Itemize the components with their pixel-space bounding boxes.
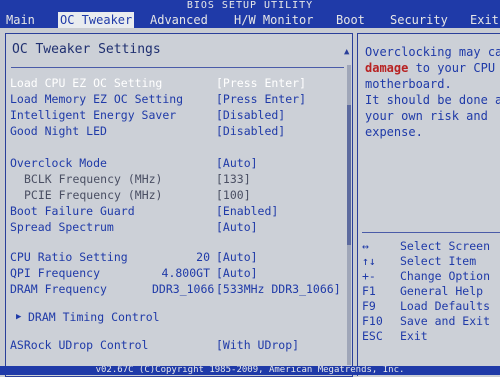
tab-exit[interactable]: Exit <box>468 12 500 28</box>
setting-row[interactable]: Load Memory EZ OC Setting [Press Enter] <box>10 92 344 106</box>
setting-current-value: 4.800GT <box>161 266 210 280</box>
scroll-track[interactable] <box>347 65 351 365</box>
setting-row[interactable]: Good Night LED [Disabled] <box>10 124 344 138</box>
submenu-arrow-icon: ▶ <box>16 312 22 322</box>
tab-hw-monitor[interactable]: H/W Monitor <box>232 12 315 28</box>
setting-label: Intelligent Energy Saver <box>10 108 177 122</box>
scrollbar[interactable]: ▲ <box>344 37 352 373</box>
help-panel: Overclocking may cau damage to your CPU … <box>357 33 500 376</box>
scroll-thumb[interactable] <box>347 105 351 245</box>
setting-row[interactable]: DRAM Frequency DDR3_1066 [533MHz DDR3_10… <box>10 282 344 296</box>
tab-boot[interactable]: Boot <box>334 12 367 28</box>
setting-label: DRAM Frequency <box>10 282 107 296</box>
setting-row[interactable]: PCIE Frequency (MHz) [100] <box>10 188 344 202</box>
setting-label: Overclock Mode <box>10 156 107 170</box>
tab-main[interactable]: Main <box>4 12 37 28</box>
setting-row[interactable]: Overclock Mode [Auto] <box>10 156 344 170</box>
key-label: ↑↓ <box>362 254 376 268</box>
menu-bar: Main OC Tweaker Advanced H/W Monitor Boo… <box>0 12 500 28</box>
setting-value[interactable]: [Press Enter] <box>216 92 306 106</box>
setting-label: Spread Spectrum <box>10 220 114 234</box>
submenu-row[interactable]: ▶ DRAM Timing Control <box>10 310 344 324</box>
setting-value[interactable]: [Disabled] <box>216 124 285 138</box>
help-text-rest: to your CPU an <box>415 61 500 75</box>
setting-current-value: DDR3_1066 <box>152 282 215 296</box>
tab-advanced[interactable]: Advanced <box>148 12 210 28</box>
setting-row[interactable]: Boot Failure Guard [Enabled] <box>10 204 344 218</box>
key-description: Change Option <box>400 269 491 283</box>
setting-value[interactable]: [Auto] <box>216 220 258 234</box>
setting-value[interactable]: [100] <box>216 188 251 202</box>
setting-label: PCIE Frequency (MHz) <box>24 188 163 202</box>
help-warning-text: damage <box>365 61 409 75</box>
setting-row[interactable]: ASRock UDrop Control [With UDrop] <box>10 338 344 352</box>
panel-divider <box>11 67 344 68</box>
key-label: F1 <box>362 284 376 298</box>
setting-value[interactable]: [533MHz DDR3_1066] <box>216 282 341 296</box>
setting-value[interactable]: [Auto] <box>216 266 258 280</box>
tab-oc-tweaker[interactable]: OC Tweaker <box>58 12 135 28</box>
setting-label: Boot Failure Guard <box>10 204 135 218</box>
setting-value[interactable]: [133] <box>216 172 251 186</box>
setting-label: ASRock UDrop Control <box>10 338 149 352</box>
setting-label: Load CPU EZ OC Setting <box>10 76 163 90</box>
help-divider <box>362 232 500 233</box>
key-label: F10 <box>362 314 383 328</box>
setting-value[interactable]: [Auto] <box>216 250 258 264</box>
copyright-footer: v02.67C (C)Copyright 1985-2009, American… <box>0 366 500 375</box>
help-text-line: Overclocking may cau <box>365 45 500 59</box>
scroll-up-arrow-icon[interactable]: ▲ <box>344 47 349 57</box>
key-label: +- <box>362 269 376 283</box>
setting-row[interactable]: Intelligent Energy Saver [Disabled] <box>10 108 344 122</box>
bios-title: BIOS SETUP UTILITY <box>0 0 500 12</box>
setting-value[interactable]: [Press Enter] <box>216 76 306 90</box>
setting-row[interactable]: BCLK Frequency (MHz) [133] <box>10 172 344 186</box>
help-text-line: It should be done at <box>365 93 500 107</box>
setting-label: BCLK Frequency (MHz) <box>24 172 163 186</box>
setting-label: Load Memory EZ OC Setting <box>10 92 184 106</box>
key-description: General Help <box>400 284 484 298</box>
key-label: F9 <box>362 299 376 313</box>
setting-row[interactable]: Spread Spectrum [Auto] <box>10 220 344 234</box>
setting-value[interactable]: [Auto] <box>216 156 258 170</box>
key-description: Load Defaults <box>400 299 491 313</box>
setting-label: Good Night LED <box>10 124 107 138</box>
setting-label: CPU Ratio Setting <box>10 250 128 264</box>
key-description: Select Item <box>400 254 477 268</box>
key-description: Save and Exit <box>400 314 491 328</box>
help-text-line: motherboard. <box>365 77 452 91</box>
setting-row[interactable]: Load CPU EZ OC Setting [Press Enter] <box>10 76 344 90</box>
help-text-line: your own risk and <box>365 109 488 123</box>
key-description: Exit <box>400 329 428 343</box>
setting-value[interactable]: [Enabled] <box>216 204 278 218</box>
setting-label: QPI Frequency <box>10 266 101 280</box>
setting-value[interactable]: [Disabled] <box>216 108 285 122</box>
key-label: ↔ <box>362 239 369 253</box>
tab-security[interactable]: Security <box>388 12 450 28</box>
setting-row[interactable]: QPI Frequency 4.800GT [Auto] <box>10 266 344 280</box>
key-description: Select Screen <box>400 239 491 253</box>
help-text-line: expense. <box>365 125 423 139</box>
setting-current-value: 20 <box>196 250 210 264</box>
settings-panel: OC Tweaker Settings Load CPU EZ OC Setti… <box>5 33 353 377</box>
panel-title: OC Tweaker Settings <box>12 42 161 57</box>
help-text-line: damage to your CPU an <box>365 61 500 75</box>
key-label: ESC <box>362 329 383 343</box>
setting-value[interactable]: [With UDrop] <box>216 338 299 352</box>
setting-label: DRAM Timing Control <box>28 310 160 324</box>
setting-row[interactable]: CPU Ratio Setting 20 [Auto] <box>10 250 344 264</box>
